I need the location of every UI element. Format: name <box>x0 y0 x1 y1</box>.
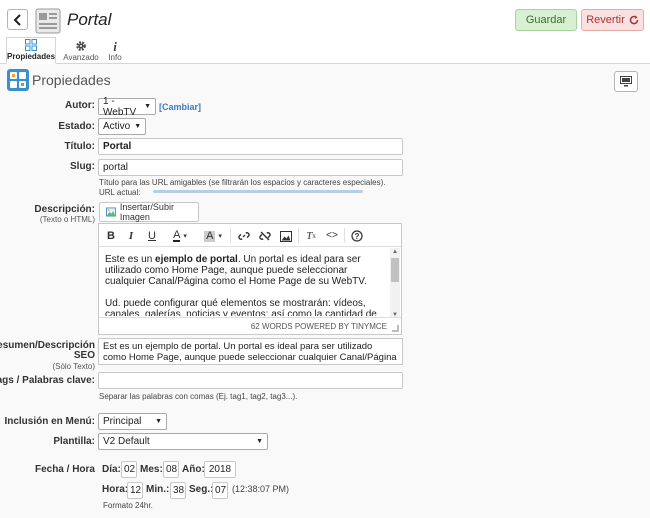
slug-input[interactable]: portal <box>98 159 403 176</box>
tags-input[interactable] <box>98 372 403 389</box>
text-color-icon[interactable]: A ▾ <box>169 229 191 243</box>
properties-icon <box>25 39 37 51</box>
plantilla-select[interactable]: V2 Default ▼ <box>98 433 268 450</box>
back-button[interactable] <box>7 9 28 30</box>
hora-input[interactable]: 12 <box>127 482 143 499</box>
seg-input[interactable]: 07 <box>212 482 228 499</box>
dia-input[interactable]: 02 <box>121 461 137 478</box>
word-count: 62 WORDS POWERED BY TINYMCE <box>250 322 387 331</box>
autor-select[interactable]: 1 - WebTV ▼ <box>98 95 156 118</box>
format-note: Formato 24hr. <box>103 501 153 510</box>
editor-content[interactable]: Este es un ejemplo de portal. Un portal … <box>105 254 387 316</box>
slug-label: Slug: <box>70 161 95 172</box>
anio-input[interactable]: 2018 <box>204 461 236 478</box>
full-time-display: (12:38:07 PM) <box>232 484 290 494</box>
help-icon[interactable]: ? <box>350 229 364 243</box>
refresh-icon <box>629 15 639 25</box>
tab-bar: Propiedades Avanzado i Info <box>0 37 650 64</box>
resize-handle[interactable] <box>392 325 399 332</box>
tab-avanzado[interactable]: Avanzado <box>60 37 102 64</box>
menu-select-value: Principal <box>103 416 142 427</box>
editor-bold-text: ejemplo de portal <box>155 254 238 265</box>
seg-label: Seg.: <box>189 484 214 495</box>
resumen-label-seo: SEO <box>73 350 95 361</box>
preview-button[interactable] <box>614 71 638 92</box>
editor-toolbar: B I U A ▾ A ▾ Tx <> ? <box>99 224 401 247</box>
section-title: Propiedades <box>32 72 111 88</box>
image-icon <box>106 207 116 217</box>
fecha-label: Fecha / Hora <box>34 464 95 475</box>
clear-formatting-icon[interactable]: Tx <box>304 229 318 243</box>
link-icon[interactable] <box>237 229 251 243</box>
titulo-input[interactable]: Portal <box>98 138 403 155</box>
hora-label: Hora: <box>102 484 129 495</box>
insert-image-button[interactable]: Insertar/Subir Imagen <box>99 202 199 222</box>
tags-help: Separar las palabras con comas (Ej. tag1… <box>99 392 298 401</box>
insert-image-label: Insertar/Subir Imagen <box>119 202 174 222</box>
italic-icon[interactable]: I <box>126 229 136 243</box>
resumen-textarea[interactable]: Est es un ejemplo de portal. Un portal e… <box>98 338 403 365</box>
properties-section-icon <box>7 69 29 91</box>
monitor-icon <box>620 76 632 87</box>
menu-select[interactable]: Principal ▼ <box>98 413 167 430</box>
url-actual-label: URL actual: <box>99 188 141 197</box>
revert-button-label: Revertir <box>586 14 625 26</box>
caret-down-icon: ▼ <box>144 103 151 110</box>
autor-label: Autor: <box>65 100 95 111</box>
insert-image-icon[interactable] <box>279 229 293 243</box>
tab-label: Propiedades <box>7 52 56 61</box>
mes-label: Mes: <box>140 464 163 475</box>
source-code-icon[interactable]: <> <box>325 229 339 243</box>
plantilla-select-value: V2 Default <box>103 436 150 447</box>
bold-icon[interactable]: B <box>106 229 116 243</box>
descripcion-label: Descripción: <box>34 204 95 215</box>
editor-paragraph: Ud. puede configurar qué elementos se mo… <box>105 298 377 316</box>
menu-label: Inclusión en Menú: <box>4 416 95 427</box>
tab-label: Info <box>108 53 122 62</box>
plantilla-label: Plantilla: <box>53 436 95 447</box>
save-button[interactable]: Guardar <box>515 9 577 31</box>
estado-label: Estado: <box>58 121 95 132</box>
min-label: Min.: <box>146 484 170 495</box>
tab-propiedades[interactable]: Propiedades <box>6 37 56 64</box>
autor-select-value: 1 - WebTV <box>103 95 137 118</box>
tab-label: Avanzado <box>63 53 99 62</box>
estado-select[interactable]: Activo ▼ <box>98 118 146 135</box>
info-icon: i <box>113 39 117 54</box>
descripcion-sublabel: (Texto o HTML) <box>39 215 95 224</box>
dia-label: Día: <box>102 464 121 475</box>
anio-label: Año: <box>182 464 205 475</box>
svg-text:?: ? <box>355 232 360 241</box>
caret-down-icon: ▼ <box>134 123 142 130</box>
background-color-icon[interactable]: A ▾ <box>201 229 225 243</box>
revert-button[interactable]: Revertir <box>581 9 644 31</box>
chevron-left-icon <box>13 13 21 26</box>
top-bar: Portal Guardar Revertir <box>0 0 650 36</box>
unlink-icon[interactable] <box>258 229 272 243</box>
page-title: Portal <box>67 10 112 29</box>
editor-scrollbar[interactable]: ▲ ▼ <box>390 248 400 318</box>
estado-select-value: Activo <box>103 121 131 132</box>
tags-label: Tags / Palabras clave: <box>0 375 95 386</box>
url-actual-value <box>153 190 363 193</box>
editor-statusbar: 62 WORDS POWERED BY TINYMCE <box>99 317 401 334</box>
underline-icon[interactable]: U <box>147 229 157 243</box>
titulo-label: Título: <box>64 141 95 152</box>
caret-down-icon: ▼ <box>155 418 162 425</box>
resumen-sublabel: (Sólo Texto) <box>52 362 95 371</box>
scrollbar-thumb[interactable] <box>391 258 399 282</box>
slug-help: Título para las URL amigables (se filtra… <box>99 178 386 187</box>
editor-text: Este es un <box>105 254 156 265</box>
tab-info[interactable]: i Info <box>104 37 126 64</box>
change-author-link[interactable]: [Cambiar] <box>159 102 201 112</box>
mes-input[interactable]: 08 <box>163 461 179 478</box>
caret-down-icon: ▼ <box>256 438 263 445</box>
min-input[interactable]: 38 <box>170 482 186 499</box>
page-icon <box>35 8 61 34</box>
gear-icon <box>76 41 86 51</box>
rich-text-editor: B I U A ▾ A ▾ Tx <> ? Este es un ejemplo d… <box>98 223 402 335</box>
